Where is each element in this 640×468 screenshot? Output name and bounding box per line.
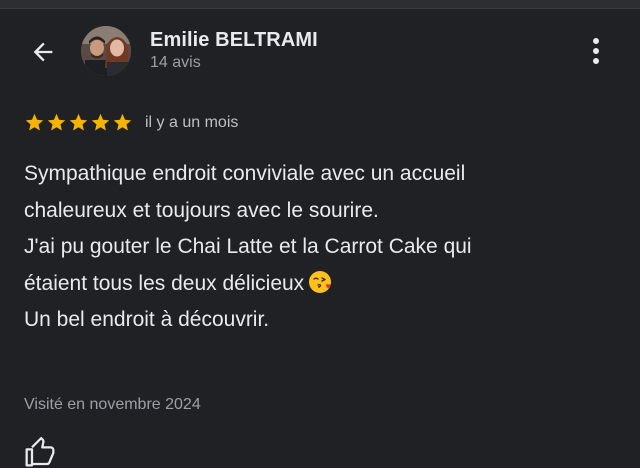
arrow-left-icon [33, 42, 53, 62]
reviewer-name[interactable]: Emilie BELTRAMI [150, 29, 318, 52]
review-line: Sympathique endroit conviviale avec un a… [24, 162, 466, 185]
review-text: Sympathique endroit conviviale avec un a… [24, 156, 614, 339]
like-button[interactable] [24, 436, 58, 468]
review-line: chaleureux et toujours avec le sourire. [24, 198, 379, 222]
back-button[interactable] [27, 36, 59, 68]
review-detail-screen: Emilie BELTRAMI 14 avis il y a un mois S… [0, 0, 640, 468]
star-icon [47, 113, 66, 131]
top-strip [0, 0, 640, 9]
star-icon [25, 113, 44, 131]
review-line: Un bel endroit à découvrir. [24, 308, 270, 331]
star-icon [113, 113, 132, 131]
star-icon [91, 113, 110, 131]
review-line: J'ai pu gouter le Chai Latte et la Carro… [24, 235, 472, 258]
star-icon [69, 113, 88, 131]
review-date: il y a un mois [145, 113, 239, 131]
thumb-up-icon [25, 437, 55, 467]
avatar[interactable] [81, 26, 131, 76]
avatar-photo [81, 26, 131, 76]
rating-row: il y a un mois [24, 112, 238, 133]
visit-info: Visité en novembre 2024 [24, 396, 201, 413]
review-line: étaient tous les deux délicieux [24, 271, 305, 295]
star-rating [24, 112, 133, 133]
more-vert-icon [593, 38, 599, 64]
review-line-with-emoji: étaient tous les deux délicieux [24, 266, 614, 303]
face-blowing-kiss-emoji [309, 270, 332, 293]
more-options-button[interactable] [582, 34, 610, 68]
reviewer-review-count: 14 avis [150, 54, 201, 71]
